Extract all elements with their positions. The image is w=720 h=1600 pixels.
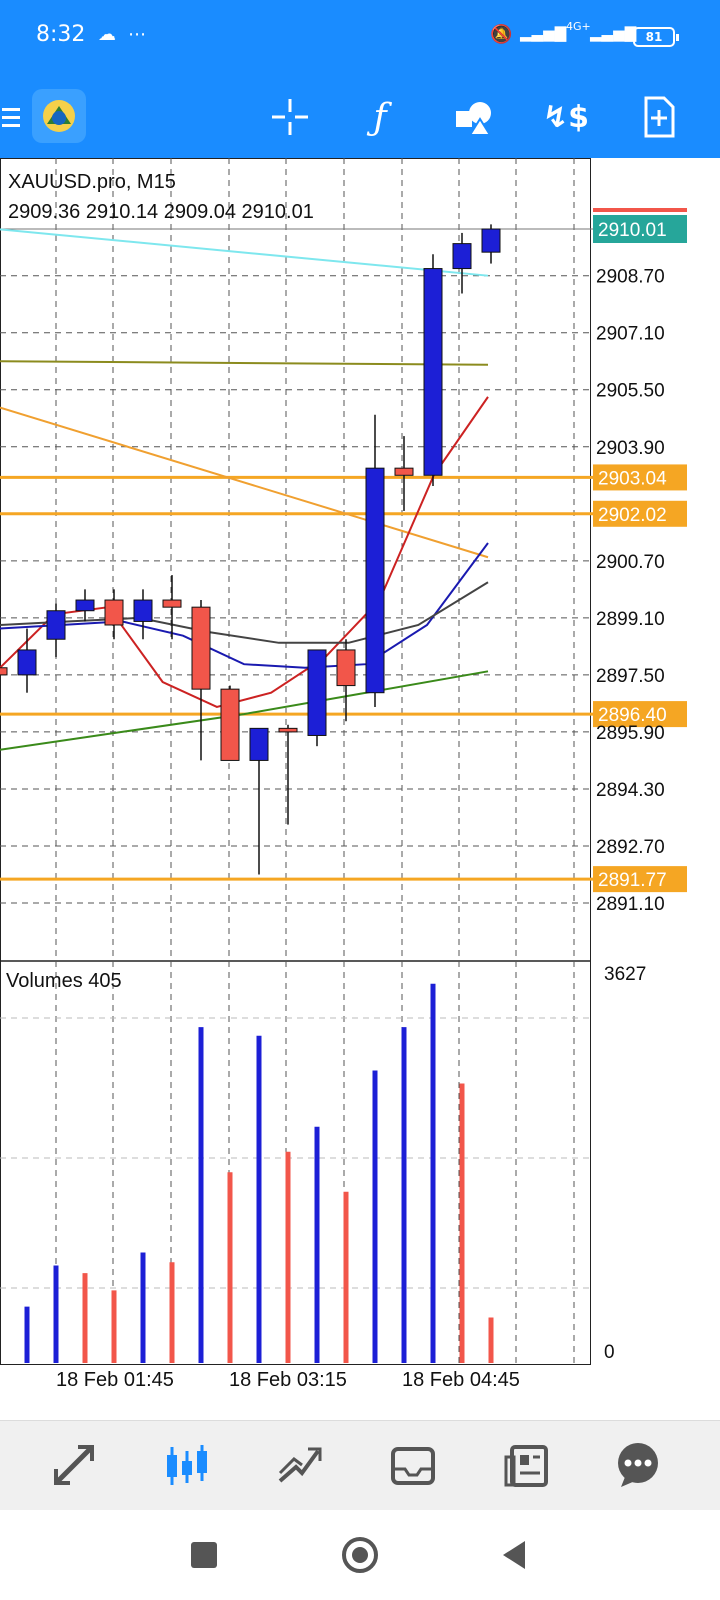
candle-body	[162, 599, 182, 608]
back-triangle-icon	[503, 1541, 525, 1569]
moving-average-line	[0, 360, 489, 366]
menu-button[interactable]	[0, 89, 24, 145]
moving-average-line	[0, 228, 489, 277]
candle-body	[307, 649, 327, 736]
candle-body	[423, 268, 443, 476]
price-tick-label: 2897.50	[596, 666, 665, 687]
trade-button[interactable]: ↯$	[538, 89, 594, 145]
crosshair-button[interactable]	[262, 89, 318, 145]
candle-body	[452, 243, 472, 270]
back-button[interactable]	[491, 1532, 537, 1578]
time-axis-label: 18 Feb 04:45	[402, 1369, 520, 1391]
status-bar: 8:32 ☁ ⋯ 🔕 ▂▃▅▇ 4G+ ▂▃▅▇ 81	[0, 0, 720, 75]
symbol-label: XAUUSD.pro, M15	[8, 171, 176, 193]
bell-muted-icon: 🔕	[490, 24, 513, 45]
price-tick-label: 2895.90	[596, 723, 665, 744]
candle-body	[249, 727, 269, 761]
messages-icon	[618, 1443, 658, 1487]
volume-max-label: 3627	[604, 964, 646, 985]
ohlc-label: 2909.36 2910.14 2909.04 2910.01	[8, 201, 314, 223]
candle-body	[17, 649, 37, 676]
chart-icon	[167, 1445, 207, 1485]
trade-icon: ↯$	[542, 99, 589, 135]
objects-button[interactable]	[446, 89, 502, 145]
network-type: 4G+	[566, 20, 591, 33]
nav-messages[interactable]	[606, 1433, 670, 1497]
new-order-button[interactable]	[630, 89, 686, 145]
candle-body	[365, 467, 385, 694]
recents-square-icon	[191, 1542, 217, 1568]
battery-icon: 81	[633, 27, 679, 47]
recents-button[interactable]	[181, 1532, 227, 1578]
nav-quotes[interactable]	[42, 1433, 106, 1497]
system-nav	[0, 1510, 720, 1600]
chart-area[interactable]: 2903.04 2902.02 2896.40 2891.77 2910.01 2908…	[0, 158, 720, 1420]
price-tick-label: 2899.10	[596, 609, 665, 630]
history-icon	[391, 1447, 435, 1485]
price-level-label: 2903.04	[598, 468, 667, 489]
volume-min-label: 0	[604, 1342, 615, 1363]
nav-chart[interactable]	[155, 1433, 219, 1497]
new-order-icon	[644, 96, 675, 138]
home-button[interactable]	[337, 1532, 383, 1578]
price-tick-label: 2892.70	[596, 837, 665, 858]
candle-body	[191, 606, 211, 690]
current-price-label: 2910.01	[598, 220, 667, 241]
quotes-icon	[54, 1445, 94, 1485]
price-tick-label: 2907.10	[596, 324, 665, 345]
price-level-label: 2891.77	[598, 870, 667, 891]
candle-body	[278, 727, 298, 733]
candle-body	[46, 610, 66, 640]
objects-icon	[456, 102, 492, 136]
cloud-game-icon: ☁	[98, 24, 116, 45]
price-tick-label: 2891.10	[596, 894, 665, 915]
candle-body	[133, 599, 153, 622]
home-circle-icon	[342, 1537, 378, 1573]
signal-icon: ▂▃▅▇	[520, 24, 567, 42]
price-tick-label: 2903.90	[596, 438, 665, 459]
candle-body	[220, 688, 240, 761]
price-tick-label: 2908.70	[596, 267, 665, 288]
metatrader-logo[interactable]	[32, 89, 86, 143]
ask-price-marker	[593, 208, 687, 212]
status-time: 8:32	[36, 22, 86, 47]
signal-icon: ▂▃▅▇	[590, 24, 637, 42]
price-tick-label: 2900.70	[596, 552, 665, 573]
candle-body	[0, 667, 8, 676]
nav-news[interactable]	[494, 1433, 558, 1497]
candle-body	[336, 649, 356, 687]
candle-body	[394, 467, 414, 476]
nav-trade[interactable]	[268, 1433, 332, 1497]
candle-body	[75, 599, 95, 612]
time-axis-label: 18 Feb 03:15	[229, 1369, 347, 1391]
bottom-nav	[0, 1420, 720, 1510]
more-dots-icon: ⋯	[128, 24, 146, 45]
price-level-label: 2902.02	[598, 505, 667, 526]
menu-icon	[2, 108, 20, 127]
moving-average-line	[0, 670, 489, 751]
price-chart[interactable]: 2903.042902.022896.402891.772910.01 2908…	[0, 158, 720, 1420]
chart-frame	[0, 158, 591, 1365]
price-tick-label: 2894.30	[596, 780, 665, 801]
news-icon	[504, 1445, 548, 1487]
price-tick-label: 2905.50	[596, 381, 665, 402]
time-axis-label: 18 Feb 01:45	[56, 1369, 174, 1391]
volumes-title: Volumes 405	[6, 970, 122, 992]
candle-body	[104, 599, 124, 626]
crosshair-icon	[272, 99, 308, 135]
indicators-button[interactable]: ƒ	[352, 89, 408, 145]
moving-average-line	[0, 542, 489, 669]
candle-body	[481, 228, 501, 253]
moving-average-line	[0, 406, 489, 559]
moving-average-line	[0, 396, 489, 709]
indicators-icon: ƒ	[373, 96, 387, 138]
nav-history[interactable]	[381, 1433, 445, 1497]
trade-icon	[278, 1447, 322, 1483]
app-toolbar: ƒ ↯$	[0, 75, 720, 158]
